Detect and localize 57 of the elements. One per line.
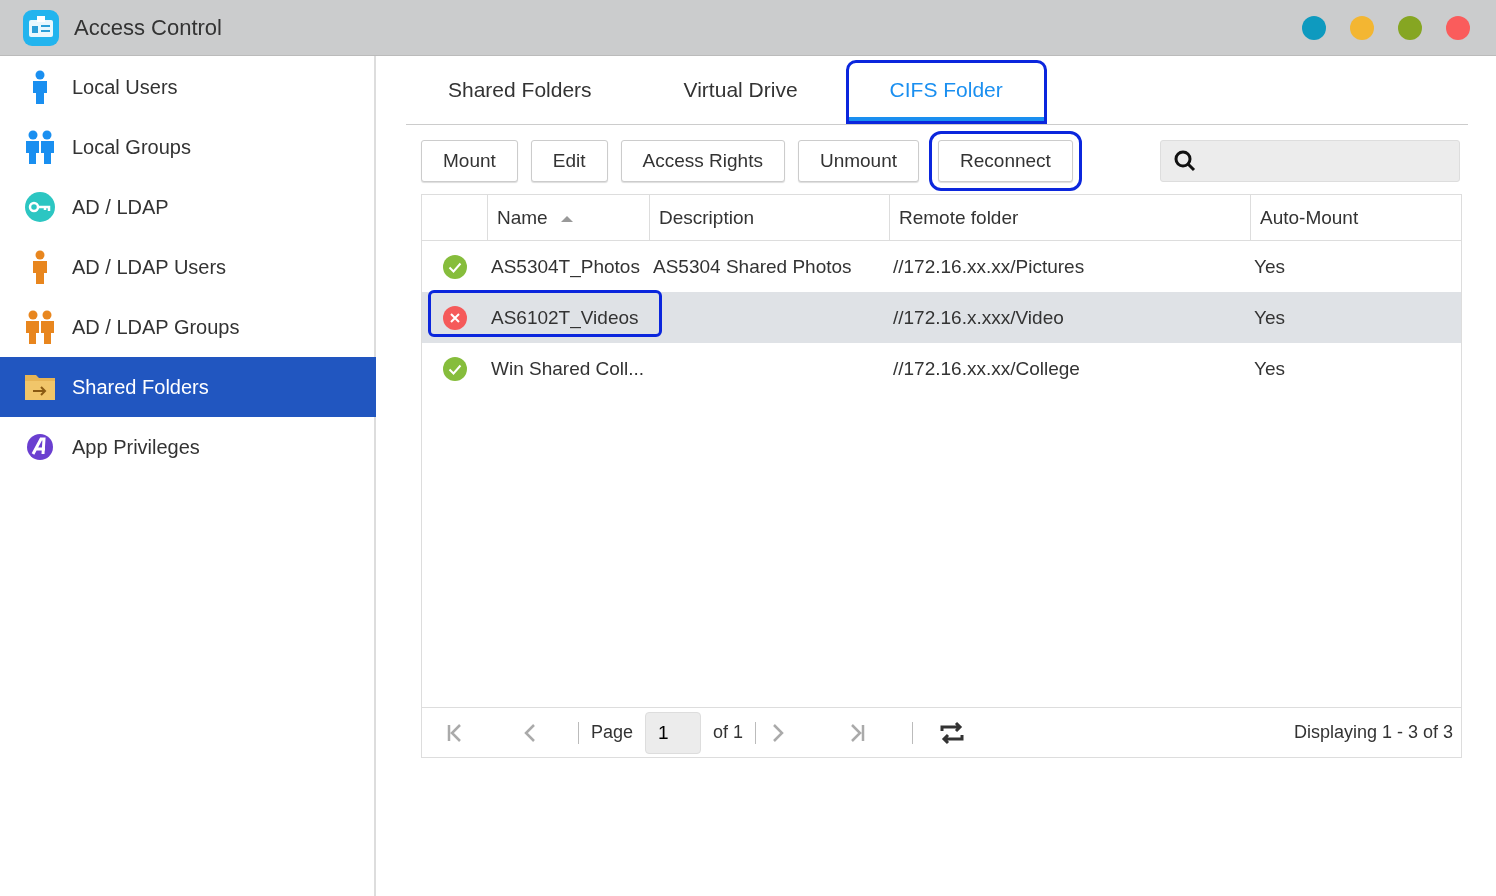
search-icon xyxy=(1174,150,1196,172)
first-page-icon xyxy=(447,723,462,742)
users-icon xyxy=(26,310,54,344)
window-control-dot[interactable] xyxy=(1398,15,1422,40)
toolbar-button[interactable]: Unmount xyxy=(797,140,920,182)
table-cell-text: Yes xyxy=(1253,306,1286,329)
window-control-dot[interactable] xyxy=(1446,15,1470,40)
last-page-icon xyxy=(850,723,865,742)
sidebar-item[interactable]: AD / LDAP xyxy=(0,177,374,237)
page-count: of 1 xyxy=(713,722,744,743)
users-icon xyxy=(26,130,54,164)
window-control-dot[interactable] xyxy=(1302,15,1326,40)
display-count: Displaying 1 - 3 of 3 xyxy=(1293,722,1453,743)
tab[interactable]: Shared Folders xyxy=(406,62,634,122)
window-title: Access Control xyxy=(74,14,223,41)
folder-icon xyxy=(25,375,55,400)
table-row[interactable]: AS5304T_Photos AS5304 Shared Photos //172.16.xx.xx/Pictures Yes xyxy=(422,241,1461,292)
toolbar-button[interactable]: Mount xyxy=(421,140,518,182)
swap-arrows-icon xyxy=(940,721,964,744)
table-cell-text: Yes xyxy=(1253,255,1286,278)
sidebar-item[interactable]: AD / LDAP Users xyxy=(0,237,374,297)
user-icon xyxy=(33,70,47,104)
table-row[interactable]: Win Shared Coll... //172.16.xx.xx/College Yes xyxy=(422,343,1461,394)
table-row[interactable]: AS6102T_Videos //172.16.x.xxx/Video Yes xyxy=(422,292,1461,343)
table-cell-text: Win Shared Coll... xyxy=(490,357,646,380)
app-logo-icon xyxy=(23,9,59,46)
table-cell-text: AS5304 Shared Photos xyxy=(652,255,853,278)
toolbar-button[interactable]: Edit xyxy=(530,140,608,182)
key-icon xyxy=(25,192,55,222)
sidebar-item[interactable]: Local Groups xyxy=(0,117,374,177)
table-cell-text: AS6102T_Videos xyxy=(490,306,640,329)
first-page-button[interactable] xyxy=(446,722,464,743)
sidebar-item[interactable]: AD / LDAP Groups xyxy=(0,297,374,357)
column-header[interactable]: Auto-Mount xyxy=(1250,195,1461,240)
column-header[interactable]: Description xyxy=(649,195,889,240)
column-header[interactable]: Name xyxy=(487,195,649,240)
table-cell-text: //172.16.xx.xx/Pictures xyxy=(892,255,1086,278)
search-field[interactable] xyxy=(1160,140,1460,182)
page-label: Page xyxy=(591,722,634,743)
last-page-button[interactable] xyxy=(848,722,867,743)
column-header[interactable]: Remote folder xyxy=(889,195,1250,240)
next-page-icon xyxy=(773,723,784,742)
toolbar-button[interactable]: Access Rights xyxy=(620,140,785,182)
table-cell-text: AS5304T_Photos xyxy=(490,255,641,278)
table-cell-text: //172.16.xx.xx/College xyxy=(892,357,1081,380)
page-number-field[interactable]: 1 xyxy=(645,711,702,754)
user-icon xyxy=(33,250,47,284)
refresh-button[interactable] xyxy=(939,720,966,745)
sidebar-item[interactable]: App Privileges xyxy=(0,417,374,477)
tab[interactable]: Virtual Drive xyxy=(641,62,840,122)
app-icon xyxy=(27,434,53,460)
window-control-dot[interactable] xyxy=(1350,15,1374,40)
sidebar-item[interactable]: Local Users xyxy=(0,57,374,117)
table-cell-text: Yes xyxy=(1253,357,1286,380)
sidebar-item[interactable]: Shared Folders xyxy=(0,357,376,417)
table-cell-text: //172.16.x.xxx/Video xyxy=(892,306,1065,329)
previous-page-icon xyxy=(524,723,535,742)
